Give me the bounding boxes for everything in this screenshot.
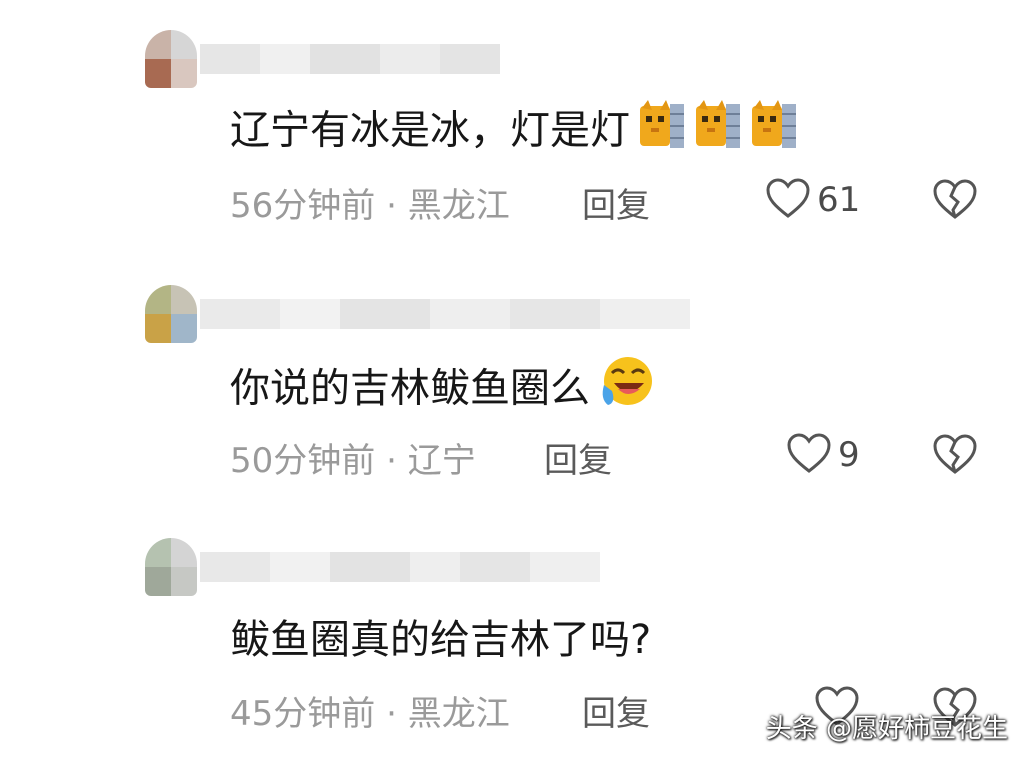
comment-text-content: 鲅鱼圈真的给吉林了吗? <box>230 617 652 663</box>
like-count: 9 <box>838 435 860 475</box>
comment-time: 45分钟前 <box>230 694 376 734</box>
comment-time: 50分钟前 <box>230 441 376 481</box>
comment-item: 辽宁有冰是冰，灯是灯 56分钟前 · 黑龙江 回复 61 <box>0 0 1028 240</box>
username-blurred[interactable] <box>200 44 500 74</box>
username-blurred[interactable] <box>200 552 600 582</box>
meta-separator: · <box>386 694 397 734</box>
username-blurred[interactable] <box>200 299 690 329</box>
reply-button[interactable]: 回复 <box>544 433 612 482</box>
laughing-crying-icon <box>598 355 654 426</box>
cat-face-icon <box>638 100 686 165</box>
reply-button[interactable]: 回复 <box>582 686 650 735</box>
like-button[interactable]: 61 <box>765 178 860 222</box>
comment-location: 黑龙江 <box>407 186 510 226</box>
comment-location: 辽宁 <box>407 441 476 481</box>
comment-item: 你说的吉林鲅鱼圈么 50分钟前 · 辽宁 回复 9 <box>0 255 1028 495</box>
dislike-button[interactable] <box>932 178 978 224</box>
broken-heart-icon <box>932 179 978 224</box>
comment-time: 56分钟前 <box>230 186 376 226</box>
comment-text-content: 辽宁有冰是冰，灯是灯 <box>230 107 630 154</box>
comment-location: 黑龙江 <box>407 694 510 734</box>
watermark: 头条 @愿好柿豆花生 <box>765 714 1008 744</box>
comment-text-content: 你说的吉林鲅鱼圈么 <box>230 365 590 412</box>
comment-meta: 56分钟前 · 黑龙江 <box>230 178 510 227</box>
avatar[interactable] <box>145 30 197 88</box>
heart-icon <box>786 432 832 478</box>
reply-button[interactable]: 回复 <box>582 178 650 227</box>
comment-text: 辽宁有冰是冰，灯是灯 <box>230 100 798 165</box>
like-button[interactable]: 9 <box>786 433 860 477</box>
avatar[interactable] <box>145 285 197 343</box>
avatar[interactable] <box>145 538 197 596</box>
dislike-button[interactable] <box>932 433 978 479</box>
comment-meta: 50分钟前 · 辽宁 <box>230 433 476 482</box>
meta-separator: · <box>386 186 397 226</box>
heart-icon <box>765 177 811 223</box>
comment-text: 鲅鱼圈真的给吉林了吗? <box>230 612 651 668</box>
comment-text: 你说的吉林鲅鱼圈么 <box>230 355 654 426</box>
cat-face-icon <box>750 100 798 165</box>
comment-meta: 45分钟前 · 黑龙江 <box>230 686 510 735</box>
cat-face-icon <box>694 100 742 165</box>
broken-heart-icon <box>932 434 978 479</box>
meta-separator: · <box>386 441 397 481</box>
like-count: 61 <box>817 180 861 220</box>
